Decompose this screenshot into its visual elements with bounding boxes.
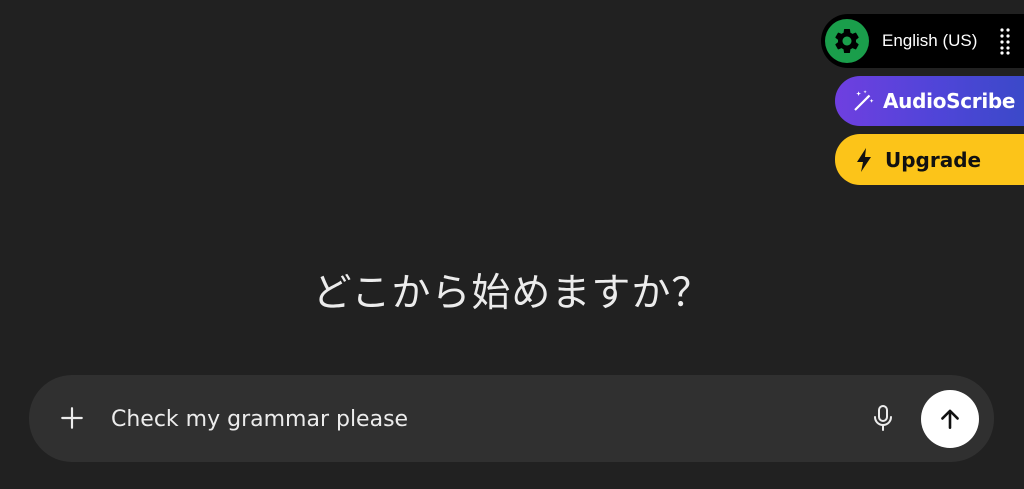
chat-page: English (US) AudioScribe Upgrade どこから始めま…: [0, 0, 1024, 489]
settings-button[interactable]: [825, 19, 869, 63]
arrow-up-icon: [941, 409, 959, 429]
message-composer: [29, 375, 994, 462]
lightning-bolt-icon: [851, 147, 877, 173]
send-button[interactable]: [921, 390, 979, 448]
audioscribe-button[interactable]: AudioScribe: [835, 76, 1024, 126]
audioscribe-label: AudioScribe: [883, 89, 1016, 113]
language-selector[interactable]: English (US): [821, 14, 1024, 68]
gear-icon: [835, 28, 859, 53]
attach-button[interactable]: [56, 402, 88, 434]
prompt-input[interactable]: [111, 399, 811, 439]
microphone-icon: [874, 405, 892, 431]
magic-wand-icon: [851, 88, 877, 114]
voice-input-button[interactable]: [867, 402, 899, 434]
upgrade-label: Upgrade: [885, 147, 982, 172]
upgrade-button[interactable]: Upgrade: [835, 134, 1024, 185]
plus-icon: [61, 407, 83, 429]
page-title: どこから始めますか？: [312, 271, 712, 316]
drag-handle-icon[interactable]: [999, 27, 1011, 55]
language-label: English (US): [882, 31, 978, 50]
